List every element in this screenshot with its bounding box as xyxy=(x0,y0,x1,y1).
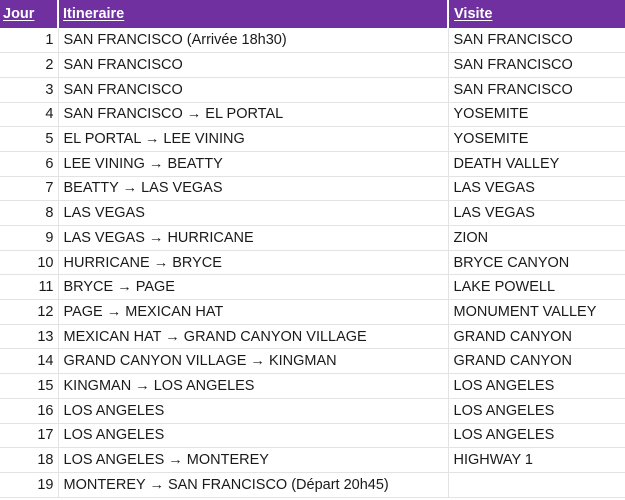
table-row[interactable]: 16 LOS ANGELES LOS ANGELES xyxy=(0,398,625,424)
cell-itineraire[interactable]: SAN FRANCISCO (Arrivée 18h30) xyxy=(58,28,448,54)
cell-jour[interactable]: 15 xyxy=(0,373,59,399)
cell-itineraire[interactable]: LEE VINING → BEATTY xyxy=(58,151,448,177)
cell-itineraire[interactable]: LOS ANGELES xyxy=(58,423,448,449)
table-row[interactable]: 17 LOS ANGELES LOS ANGELES xyxy=(0,423,625,449)
table-row[interactable]: 7 BEATTY → LAS VEGAS LAS VEGAS xyxy=(0,176,625,202)
table-row[interactable]: 18 LOS ANGELES → MONTEREY HIGHWAY 1 xyxy=(0,447,625,473)
table-row[interactable]: 12 PAGE → MEXICAN HAT MONUMENT VALLEY xyxy=(0,299,625,325)
itinerary-table-sheet: Jour Itineraire Visite 1 SAN FRANCISCO (A… xyxy=(0,0,625,500)
table-row[interactable]: 3 SAN FRANCISCO SAN FRANCISCO xyxy=(0,77,625,103)
cell-visite[interactable]: MONUMENT VALLEY xyxy=(447,299,625,325)
cell-itineraire[interactable]: SAN FRANCISCO xyxy=(58,77,448,103)
table-row[interactable]: 19 MONTEREY → SAN FRANCISCO (Départ 20h45… xyxy=(0,472,625,498)
column-header-itineraire[interactable]: Itineraire xyxy=(57,0,448,28)
cell-itineraire[interactable]: MONTEREY → SAN FRANCISCO (Départ 20h45) xyxy=(58,472,448,498)
cell-itineraire[interactable]: EL PORTAL → LEE VINING xyxy=(58,126,448,152)
cell-itineraire[interactable]: HURRICANE → BRYCE xyxy=(58,250,448,276)
cell-jour[interactable]: 6 xyxy=(0,151,59,177)
column-header-itineraire-label: Itineraire xyxy=(63,6,125,22)
table-row[interactable]: 10 HURRICANE → BRYCE BRYCE CANYON xyxy=(0,250,625,276)
cell-itineraire[interactable]: KINGMAN → LOS ANGELES xyxy=(58,373,448,399)
cell-visite[interactable]: LOS ANGELES xyxy=(447,423,625,449)
cell-jour[interactable]: 13 xyxy=(0,324,59,350)
cell-visite[interactable]: YOSEMITE xyxy=(447,126,625,152)
table-head: Jour Itineraire Visite xyxy=(0,0,625,28)
cell-visite[interactable]: DEATH VALLEY xyxy=(447,151,625,177)
cell-itineraire[interactable]: PAGE → MEXICAN HAT xyxy=(58,299,448,325)
cell-visite[interactable]: LOS ANGELES xyxy=(447,398,625,424)
cell-visite[interactable]: LAKE POWELL xyxy=(447,274,625,301)
cell-visite[interactable]: LAS VEGAS xyxy=(447,200,625,226)
cell-jour[interactable]: 7 xyxy=(0,176,59,202)
table-row[interactable]: 11 BRYCE → PAGE LAKE POWELL xyxy=(0,274,625,301)
table-row[interactable]: 13 MEXICAN HAT → GRAND CANYON VILLAGE GRAN… xyxy=(0,324,625,350)
cell-jour[interactable]: 16 xyxy=(0,398,59,424)
column-header-visite-label: Visite xyxy=(454,6,493,22)
cell-itineraire[interactable]: LAS VEGAS → HURRICANE xyxy=(58,225,448,251)
cell-visite[interactable]: HIGHWAY 1 xyxy=(447,447,625,473)
cell-itineraire[interactable]: BEATTY → LAS VEGAS xyxy=(58,176,448,202)
table-header-row: Jour Itineraire Visite xyxy=(0,0,625,28)
cell-visite[interactable]: GRAND CANYON xyxy=(447,348,625,375)
cell-visite[interactable]: SAN FRANCISCO xyxy=(447,77,625,103)
cell-itineraire[interactable]: MEXICAN HAT → GRAND CANYON VILLAGE xyxy=(58,324,448,350)
table-row[interactable]: 8 LAS VEGAS LAS VEGAS xyxy=(0,200,625,226)
cell-jour[interactable]: 1 xyxy=(0,28,59,54)
column-header-jour-label: Jour xyxy=(3,6,35,22)
cell-jour[interactable]: 19 xyxy=(0,472,59,498)
table-row[interactable]: 5 EL PORTAL → LEE VINING YOSEMITE xyxy=(0,126,625,152)
cell-itineraire[interactable]: LAS VEGAS xyxy=(58,200,448,226)
cell-jour[interactable]: 3 xyxy=(0,77,59,103)
cell-jour[interactable]: 14 xyxy=(0,348,59,375)
table-row[interactable]: 6 LEE VINING → BEATTY DEATH VALLEY xyxy=(0,151,625,177)
column-header-jour[interactable]: Jour xyxy=(0,0,58,28)
cell-jour[interactable]: 8 xyxy=(0,200,59,226)
table-row[interactable]: 9 LAS VEGAS → HURRICANE ZION xyxy=(0,225,625,251)
cell-itineraire[interactable]: SAN FRANCISCO → EL PORTAL xyxy=(58,102,448,128)
itinerary-table: Jour Itineraire Visite 1 SAN FRANCISCO (A… xyxy=(0,0,625,498)
cell-itineraire[interactable]: LOS ANGELES xyxy=(58,398,448,424)
cell-visite[interactable]: GRAND CANYON xyxy=(447,324,625,350)
table-row[interactable]: 14 GRAND CANYON VILLAGE → KINGMAN GRAND CA… xyxy=(0,348,625,375)
cell-jour[interactable]: 4 xyxy=(0,102,59,128)
cell-jour[interactable]: 5 xyxy=(0,126,59,152)
cell-visite[interactable]: BRYCE CANYON xyxy=(447,250,625,276)
cell-itineraire[interactable]: SAN FRANCISCO xyxy=(58,52,448,78)
cell-jour[interactable]: 18 xyxy=(0,447,59,473)
cell-jour[interactable]: 17 xyxy=(0,423,59,449)
table-row[interactable]: 15 KINGMAN → LOS ANGELES LOS ANGELES xyxy=(0,373,625,399)
cell-itineraire[interactable]: GRAND CANYON VILLAGE → KINGMAN xyxy=(58,348,448,375)
cell-jour[interactable]: 12 xyxy=(0,299,59,325)
cell-jour[interactable]: 9 xyxy=(0,225,59,251)
table-row[interactable]: 1 SAN FRANCISCO (Arrivée 18h30) SAN FRANCI… xyxy=(0,28,625,54)
table-row[interactable]: 4 SAN FRANCISCO → EL PORTAL YOSEMITE xyxy=(0,102,625,128)
cell-visite[interactable]: YOSEMITE xyxy=(447,102,625,128)
cell-visite[interactable]: LAS VEGAS xyxy=(447,176,625,202)
cell-visite[interactable]: LOS ANGELES xyxy=(447,373,625,399)
cell-jour[interactable]: 10 xyxy=(0,250,59,276)
table-row[interactable]: 2 SAN FRANCISCO SAN FRANCISCO xyxy=(0,52,625,78)
cell-visite[interactable]: SAN FRANCISCO xyxy=(447,28,625,54)
column-header-visite[interactable]: Visite xyxy=(447,0,625,28)
cell-jour[interactable]: 2 xyxy=(0,52,59,78)
table-body: 1 SAN FRANCISCO (Arrivée 18h30) SAN FRANCI… xyxy=(0,28,625,498)
cell-visite[interactable]: SAN FRANCISCO xyxy=(447,52,625,78)
cell-itineraire[interactable]: LOS ANGELES → MONTEREY xyxy=(58,447,448,473)
cell-visite[interactable]: ZION xyxy=(447,225,625,251)
cell-visite[interactable] xyxy=(447,472,625,498)
cell-itineraire[interactable]: BRYCE → PAGE xyxy=(58,274,448,301)
cell-jour[interactable]: 11 xyxy=(0,274,59,301)
